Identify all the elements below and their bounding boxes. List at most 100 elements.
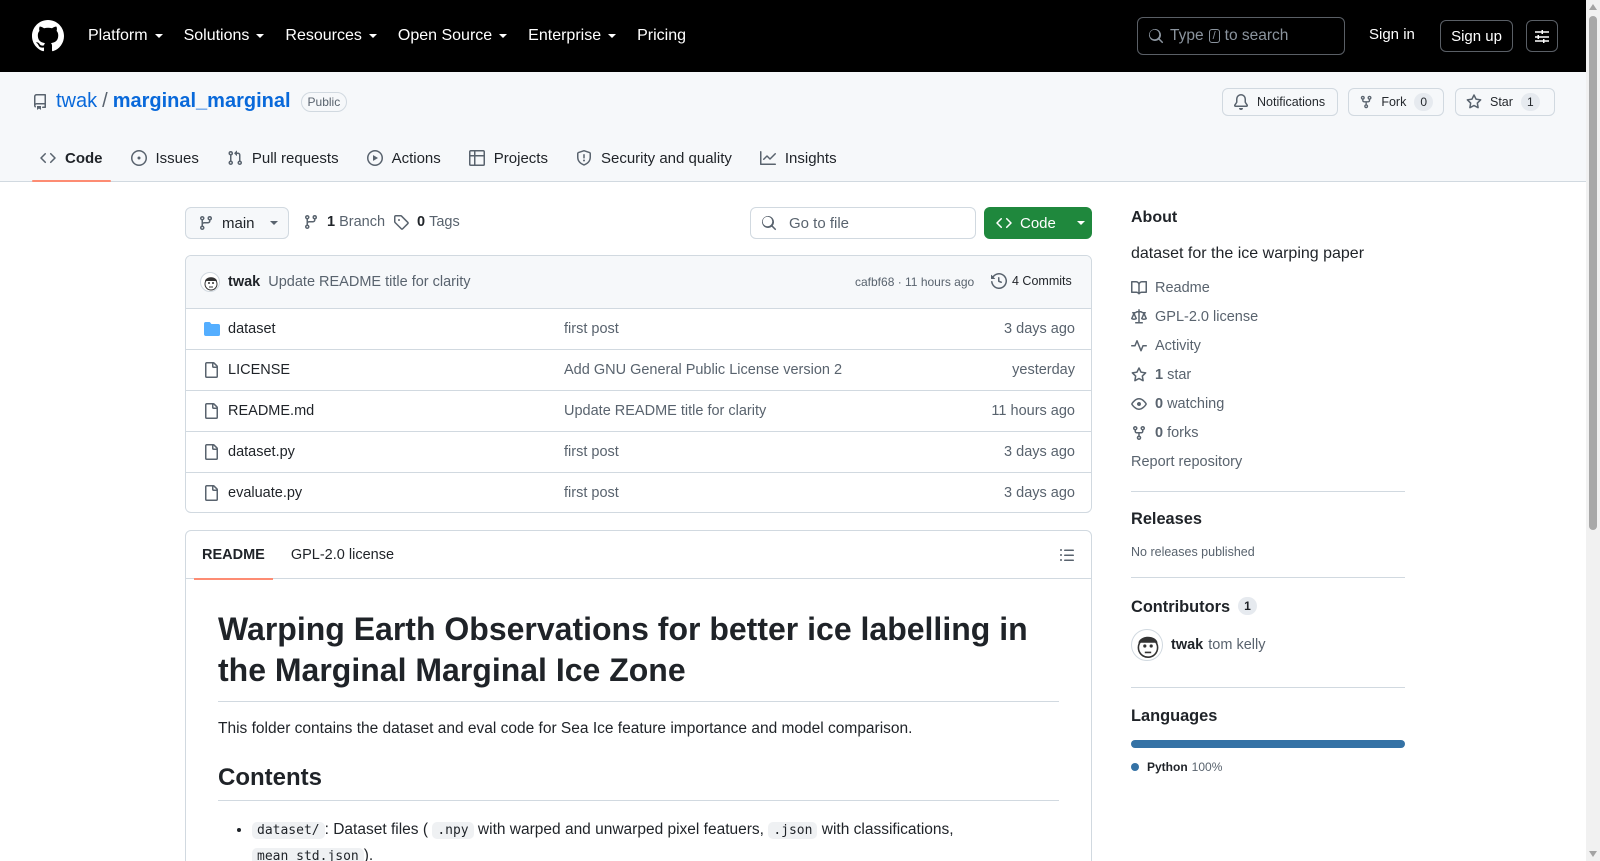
- repo-name-link[interactable]: marginal_marginal: [113, 90, 291, 113]
- stars-link[interactable]: 1 star: [1131, 367, 1191, 383]
- scrollbar-thumb[interactable]: [1589, 16, 1597, 530]
- branch-name: main: [222, 214, 255, 232]
- scroll-down-icon[interactable]: [1588, 850, 1598, 858]
- nav-resources[interactable]: Resources: [285, 27, 377, 45]
- go-to-file-placeholder: Go to file: [789, 214, 850, 232]
- nav-solutions[interactable]: Solutions: [184, 27, 266, 45]
- fork-label: Fork: [1381, 95, 1407, 109]
- branches-link[interactable]: 1 Branch: [303, 214, 385, 230]
- scroll-up-icon[interactable]: [1588, 3, 1598, 11]
- tab-pull-requests-label: Pull requests: [251, 149, 339, 167]
- file-date: yesterday: [1012, 362, 1075, 378]
- code-dropdown-button[interactable]: Code: [984, 207, 1092, 239]
- table-row[interactable]: evaluate.py first post 3 days ago: [186, 473, 1091, 512]
- watchers-link[interactable]: 0 watching: [1131, 396, 1224, 412]
- tab-actions[interactable]: Actions: [359, 134, 449, 182]
- table-row[interactable]: dataset first post 3 days ago: [186, 309, 1091, 350]
- nav-pricing[interactable]: Pricing: [637, 27, 686, 45]
- visibility-badge: Public: [300, 91, 348, 112]
- sign-up-button[interactable]: Sign up: [1440, 20, 1513, 52]
- repo-title-separator: /: [102, 90, 108, 112]
- contributor-item[interactable]: twak tom kelly: [1131, 629, 1265, 661]
- tags-link[interactable]: 0 Tags: [393, 214, 460, 230]
- star-button[interactable]: Star 1: [1455, 88, 1555, 116]
- file-name[interactable]: dataset: [228, 321, 276, 337]
- readme-link[interactable]: Readme: [1131, 280, 1210, 296]
- contributors-count: 1: [1238, 597, 1257, 615]
- tab-issues[interactable]: Issues: [123, 134, 207, 182]
- table-row[interactable]: LICENSE Add GNU General Public License v…: [186, 350, 1091, 391]
- avatar[interactable]: [1131, 629, 1163, 661]
- global-search-input[interactable]: Type / to search: [1137, 17, 1345, 55]
- commit-author[interactable]: twak: [228, 274, 260, 290]
- folder-icon: [204, 322, 220, 336]
- activity-link[interactable]: Activity: [1131, 338, 1201, 354]
- code-span: .json: [768, 822, 818, 839]
- nav-open-source[interactable]: Open Source: [398, 27, 508, 45]
- sidebar-divider: [1131, 491, 1405, 492]
- no-releases-text: No releases published: [1131, 545, 1255, 559]
- search-icon: [1149, 29, 1164, 44]
- activity-link-label: Activity: [1155, 338, 1201, 354]
- tab-code[interactable]: Code: [32, 134, 111, 182]
- nav-platform[interactable]: Platform: [88, 27, 164, 45]
- commit-message[interactable]: Update README title for clarity: [268, 274, 470, 290]
- contributors-heading[interactable]: Contributors: [1131, 598, 1230, 616]
- repo-icon: [34, 93, 46, 110]
- github-logo-icon[interactable]: [32, 20, 64, 52]
- file-list: twak Update README title for clarity caf…: [185, 255, 1092, 513]
- graph-icon: [759, 151, 776, 165]
- go-to-file-input[interactable]: Go to file: [750, 207, 976, 239]
- star-count: 1: [1520, 93, 1540, 111]
- contributor-fullname: tom kelly: [1208, 637, 1266, 653]
- releases-heading[interactable]: Releases: [1131, 510, 1202, 529]
- readme-body: Warping Earth Observations for better ic…: [186, 609, 1091, 861]
- avatar[interactable]: [200, 272, 220, 292]
- branch-select-button[interactable]: main: [185, 207, 289, 239]
- tab-readme[interactable]: README: [194, 531, 273, 580]
- history-icon: [991, 273, 1007, 289]
- tab-pull-requests[interactable]: Pull requests: [219, 134, 347, 182]
- fork-button[interactable]: Fork 0: [1348, 88, 1444, 116]
- file-name[interactable]: evaluate.py: [228, 485, 302, 501]
- branch-count: 1: [327, 214, 336, 230]
- tab-license[interactable]: GPL-2.0 license: [283, 531, 402, 579]
- language-item-python[interactable]: Python 100%: [1131, 760, 1222, 774]
- tab-security[interactable]: Security and quality: [568, 134, 740, 182]
- nav-enterprise-label: Enterprise: [528, 27, 602, 44]
- file-name[interactable]: LICENSE: [228, 362, 290, 378]
- commits-link[interactable]: 4 Commits: [991, 273, 1072, 289]
- issue-icon: [130, 150, 147, 166]
- language-bar-segment-python[interactable]: [1131, 740, 1405, 748]
- readme-contents-heading: Contents: [218, 764, 1059, 801]
- contributors-heading-row: Contributors 1: [1131, 597, 1257, 617]
- commits-count: 4 Commits: [1012, 274, 1072, 288]
- file-commit-message[interactable]: first post: [564, 321, 619, 337]
- notifications-button[interactable]: Notifications: [1222, 88, 1338, 116]
- tag-label: Tags: [429, 214, 460, 230]
- file-name[interactable]: README.md: [228, 403, 314, 419]
- sign-in-link[interactable]: Sign in: [1369, 26, 1415, 43]
- report-repository-link[interactable]: Report repository: [1131, 454, 1242, 470]
- file-commit-message[interactable]: first post: [564, 485, 619, 501]
- tab-projects[interactable]: Projects: [461, 134, 556, 182]
- list-icon[interactable]: [1059, 547, 1075, 563]
- tag-count: 0: [417, 214, 426, 230]
- tab-insights[interactable]: Insights: [752, 134, 845, 182]
- forks-link[interactable]: 0 forks: [1131, 425, 1199, 441]
- repo-owner-link[interactable]: twak: [56, 90, 97, 113]
- table-row[interactable]: README.md Update README title for clarit…: [186, 391, 1091, 432]
- license-link[interactable]: GPL-2.0 license: [1131, 309, 1258, 325]
- sliders-icon: [1535, 30, 1549, 43]
- readme-intro: This folder contains the dataset and eva…: [218, 720, 913, 737]
- branch-icon: [199, 216, 212, 231]
- commit-sha-time[interactable]: cafbf68 · 11 hours ago: [855, 275, 974, 289]
- table-row[interactable]: dataset.py first post 3 days ago: [186, 432, 1091, 473]
- file-name[interactable]: dataset.py: [228, 444, 295, 460]
- file-commit-message[interactable]: first post: [564, 444, 619, 460]
- chevron-down-icon: [154, 34, 163, 38]
- nav-enterprise[interactable]: Enterprise: [528, 27, 617, 45]
- file-commit-message[interactable]: Update README title for clarity: [564, 403, 766, 419]
- file-commit-message[interactable]: Add GNU General Public License version 2: [564, 362, 842, 378]
- header-menu-button[interactable]: [1526, 20, 1558, 52]
